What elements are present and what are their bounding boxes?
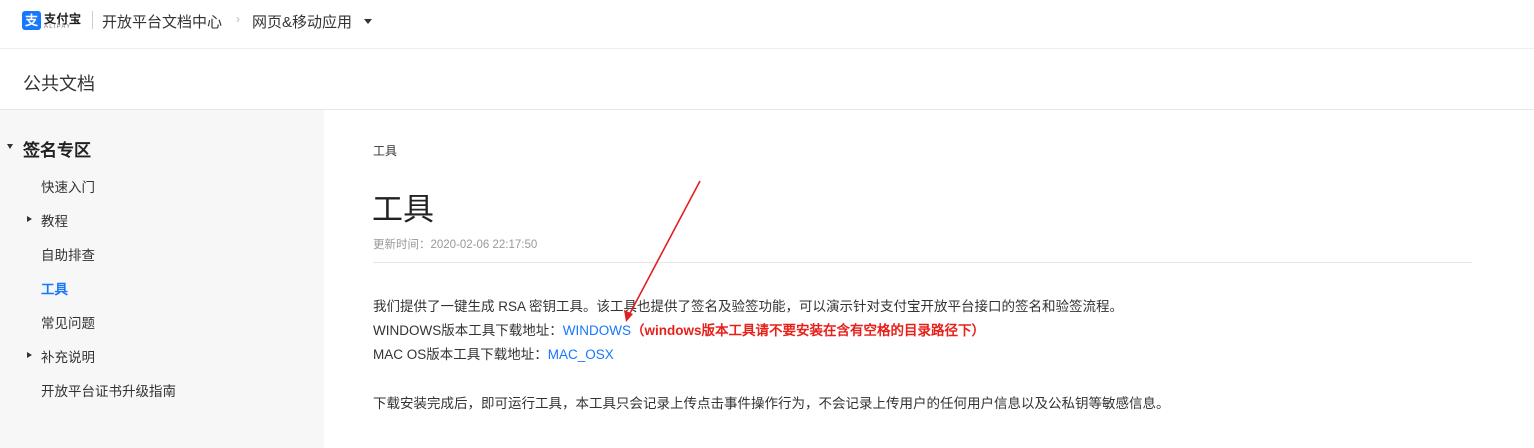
sidebar-group-label: 签名专区 (23, 141, 91, 160)
sidebar-item-tutorial[interactable]: 教程 (0, 206, 324, 230)
windows-download-line: WINDOWS版本工具下载地址：WINDOWS（windows版本工具请不要安装… (373, 319, 985, 339)
caret-down-icon (7, 144, 13, 149)
sidebar-item-label: 教程 (41, 214, 68, 229)
sidebar-item-label: 快速入门 (41, 180, 95, 195)
caret-down-icon[interactable] (364, 19, 372, 24)
intro-paragraph: 我们提供了一键生成 RSA 密钥工具。该工具也提供了签名及验签功能，可以演示针对… (373, 299, 1124, 314)
sidebar-item-label: 工具 (41, 282, 68, 297)
alipay-logo[interactable]: 支 支付宝 ALIPAY (22, 9, 84, 33)
caret-right-icon (27, 216, 32, 222)
section-title: 公共文档 (23, 74, 95, 94)
logo-subtext: ALIPAY (44, 24, 72, 30)
sidebar-item-faq[interactable]: 常见问题 (0, 308, 324, 332)
mac-download-link[interactable]: MAC_OSX (548, 347, 614, 362)
top-navigation-bar: 支 支付宝 ALIPAY 开放平台文档中心 › 网页&移动应用 (0, 0, 1534, 49)
site-title[interactable]: 开放平台文档中心 (102, 11, 222, 32)
header-divider (92, 11, 93, 29)
sidebar-item-label: 补充说明 (41, 350, 95, 365)
windows-download-label: WINDOWS版本工具下载地址： (373, 323, 563, 338)
section-header: 公共文档 (0, 49, 1534, 110)
sidebar-item-supplement[interactable]: 补充说明 (0, 342, 324, 366)
main-content: 工具 工具 更新时间：2020-02-06 22:17:50 我们提供了一键生成… (324, 110, 1534, 448)
updated-time: 更新时间：2020-02-06 22:17:50 (373, 239, 538, 251)
sidebar-item-tools[interactable]: 工具 (0, 274, 324, 298)
sidebar-item-label: 自助排查 (41, 248, 95, 263)
app-type-dropdown[interactable]: 网页&移动应用 (252, 11, 352, 32)
sidebar-item-label: 开放平台证书升级指南 (41, 384, 176, 399)
windows-download-link[interactable]: WINDOWS (563, 323, 631, 338)
divider (373, 262, 1472, 263)
after-install-paragraph: 下载安装完成后，即可运行工具，本工具只会记录上传点击事件操作行为，不会记录上传用… (373, 396, 1170, 411)
sidebar-item-cert-upgrade[interactable]: 开放平台证书升级指南 (0, 376, 324, 400)
page-title: 工具 (372, 192, 434, 227)
windows-warning-text: （windows版本工具请不要安装在含有空格的目录路径下） (631, 323, 985, 338)
sidebar: 签名专区 快速入门 教程 自助排查 工具 常见问题 补充说明 开放平台证书升级指… (0, 110, 324, 448)
caret-right-icon (27, 352, 32, 358)
breadcrumb: 工具 (373, 144, 398, 158)
mac-download-line: MAC OS版本工具下载地址：MAC_OSX (373, 343, 614, 363)
sidebar-item-quickstart[interactable]: 快速入门 (0, 172, 324, 196)
alipay-logo-icon: 支 (22, 11, 41, 30)
chevron-right-icon: › (236, 12, 240, 26)
sidebar-group-signature[interactable]: 签名专区 (0, 134, 324, 160)
sidebar-item-self-check[interactable]: 自助排查 (0, 240, 324, 264)
mac-download-label: MAC OS版本工具下载地址： (373, 347, 548, 362)
sidebar-item-label: 常见问题 (41, 316, 95, 331)
